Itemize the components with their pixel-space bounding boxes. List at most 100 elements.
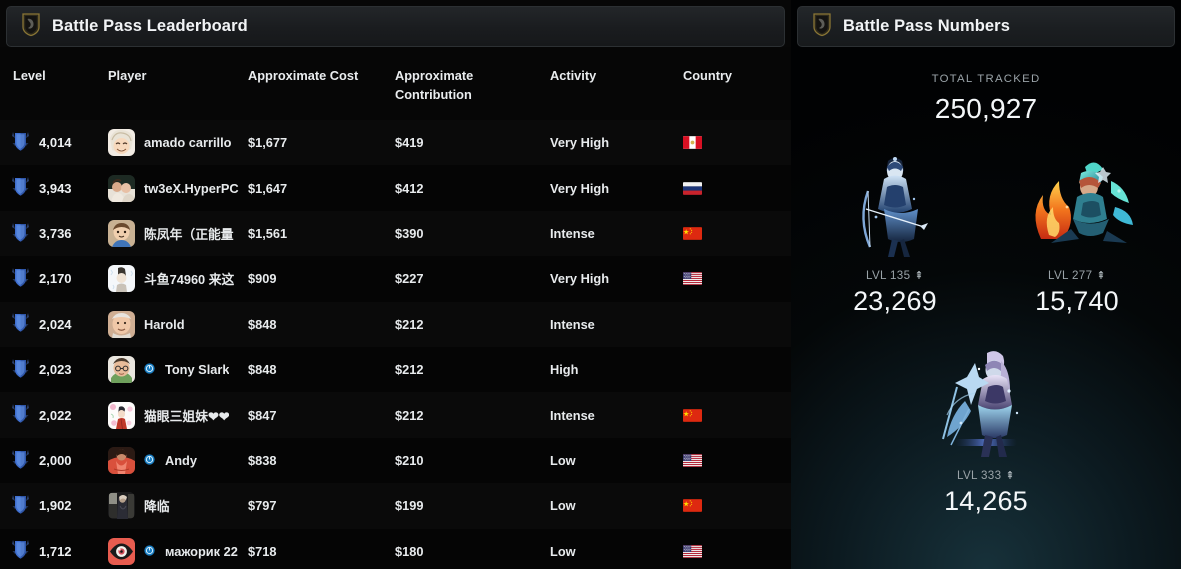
- cell-player[interactable]: 陈凤年（正能量: [108, 220, 248, 248]
- flag-icon-cn: [683, 408, 702, 422]
- hero-level-text: LVL 135: [866, 269, 911, 282]
- hero-count: 23,269: [853, 286, 937, 316]
- cell-activity: Low: [550, 543, 576, 559]
- cell-country: [679, 408, 789, 422]
- cell-contribution: $419: [395, 135, 424, 151]
- cell-player[interactable]: Andy: [108, 447, 248, 475]
- table-row[interactable]: 1,712 мажорик 22 $718 $180 Low: [0, 528, 791, 569]
- hero-level-text: LVL 277: [1048, 269, 1093, 282]
- cell-player[interactable]: amado carrillo: [108, 129, 248, 157]
- numbers-body: TOTAL TRACKED 250,927 LVL 135 ⇞ 23,269 L…: [791, 47, 1181, 569]
- level-value: 2,022: [39, 407, 72, 423]
- table-row[interactable]: 3,943 tw3eX.HyperPC $1,647 $412 Very Hig…: [0, 165, 791, 211]
- leaderboard-panel: Battle Pass Leaderboard Level Player App…: [0, 0, 791, 569]
- table-row[interactable]: 2,022 猫眼三姐妹❤❤ $847 $212 Intense: [0, 392, 791, 438]
- table-row[interactable]: 2,170 斗鱼74960 来这 $909 $227 Very High: [0, 256, 791, 302]
- hero-card[interactable]: LVL 277 ⇞ 15,740: [1011, 147, 1143, 317]
- cell-player[interactable]: Tony Slark: [108, 356, 248, 384]
- cell-player[interactable]: 猫眼三姐妹❤❤: [108, 401, 248, 429]
- cell-cost: $838: [248, 453, 277, 469]
- cell-level: 2,023: [0, 358, 108, 382]
- level-shield-icon: [11, 539, 30, 563]
- level-shield-icon: [11, 494, 30, 518]
- numbers-header: Battle Pass Numbers: [797, 6, 1175, 47]
- cell-contribution: $390: [395, 226, 424, 242]
- cell-activity: Low: [550, 453, 576, 469]
- cell-player[interactable]: 降临: [108, 492, 248, 520]
- table-row[interactable]: 2,024 Harold $848 $212 Intense: [0, 301, 791, 348]
- level-shield-icon: [11, 358, 30, 382]
- cell-level: 3,943: [0, 176, 108, 200]
- column-header-activity[interactable]: Activity: [547, 67, 679, 86]
- table-row[interactable]: 2,000 Andy $838 $210 Low: [0, 437, 791, 484]
- cell-cost: $848: [248, 316, 277, 332]
- level-shield-icon: [11, 449, 30, 473]
- column-header-country[interactable]: Country: [679, 67, 789, 86]
- level-value: 2,170: [39, 271, 72, 287]
- cell-contribution: $212: [395, 316, 424, 332]
- flag-icon-cn: [683, 499, 702, 513]
- column-header-player[interactable]: Player: [108, 67, 248, 86]
- column-header-cost[interactable]: Approximate Cost: [248, 67, 395, 86]
- cell-player[interactable]: мажорик 22: [108, 537, 248, 565]
- numbers-panel: Battle Pass Numbers TOTAL TRACKED 250,92…: [791, 0, 1181, 569]
- cell-level: 3,736: [0, 222, 108, 246]
- column-header-contribution[interactable]: Approximate Contribution: [395, 67, 547, 104]
- cell-cost: $1,561: [248, 226, 288, 242]
- player-name: amado carrillo: [144, 135, 232, 151]
- cell-level: 1,902: [0, 494, 108, 518]
- cell-player[interactable]: tw3eX.HyperPC: [108, 174, 248, 202]
- column-header-level[interactable]: Level: [0, 67, 108, 86]
- player-name: tw3eX.HyperPC: [144, 180, 239, 196]
- player-name: Andy: [165, 453, 197, 469]
- avatar: [108, 174, 135, 202]
- cell-cost: $1,647: [248, 180, 288, 196]
- leaderboard-table: Level Player Approximate Cost Approximat…: [0, 47, 791, 569]
- cell-cost: $718: [248, 543, 277, 559]
- table-header-row: Level Player Approximate Cost Approximat…: [0, 47, 791, 121]
- level-value: 4,014: [39, 135, 72, 151]
- avatar: [108, 356, 135, 384]
- flag-icon-pe: [683, 136, 702, 150]
- cell-contribution: $212: [395, 362, 424, 378]
- level-shield-icon: [11, 267, 30, 291]
- cell-level: 4,014: [0, 131, 108, 155]
- shield-icon: [812, 12, 832, 42]
- battle-pass-dashboard: Battle Pass Leaderboard Level Player App…: [0, 0, 1181, 569]
- table-row[interactable]: 1,902 降临 $797 $199 Low: [0, 483, 791, 529]
- flag-icon-cn: [683, 227, 702, 240]
- level-value: 1,712: [39, 543, 72, 559]
- cell-player[interactable]: 斗鱼74960 来这: [108, 265, 248, 293]
- hero-grid: LVL 135 ⇞ 23,269 LVL 277 ⇞ 15,740: [791, 147, 1181, 317]
- cell-country: [679, 499, 789, 513]
- avatar: [108, 447, 135, 475]
- cell-country: [679, 136, 789, 150]
- hero-count: 15,740: [1035, 286, 1119, 316]
- hero-level-label: LVL 277 ⇞: [1048, 269, 1106, 282]
- cell-player[interactable]: Harold: [108, 310, 248, 338]
- hero-level-label: LVL 135 ⇞: [866, 269, 924, 282]
- cell-level: 2,170: [0, 267, 108, 291]
- cell-level: 2,024: [0, 312, 108, 336]
- cell-country: [679, 227, 789, 240]
- level-value: 2,000: [39, 453, 72, 469]
- avatar: [108, 537, 135, 565]
- cell-cost: $909: [248, 271, 277, 287]
- hero-card[interactable]: LVL 333 ⇞ 14,265: [906, 343, 1066, 517]
- level-value: 1,902: [39, 498, 72, 514]
- drow-ranger-icon: [829, 147, 961, 263]
- table-row[interactable]: 2,023 Tony Slark $848 $212 High: [0, 347, 791, 393]
- flag-icon-us: [683, 544, 702, 558]
- panel-title: Battle Pass Numbers: [843, 17, 1010, 35]
- crystal-maiden-icon: [906, 343, 1066, 463]
- table-row[interactable]: 3,736 陈凤年（正能量 $1,561 $390 Intense: [0, 210, 791, 257]
- cell-activity: Intense: [550, 316, 595, 332]
- cell-level: 2,000: [0, 449, 108, 473]
- level-shield-icon: [11, 131, 30, 155]
- table-row[interactable]: 4,014 amado carrillo $1,677 $419 Very Hi…: [0, 120, 791, 166]
- player-name: 陈凤年（正能量: [144, 227, 234, 243]
- cell-country: [679, 181, 789, 195]
- verified-badge-icon: [144, 544, 156, 559]
- player-name: 猫眼三姐妹❤❤: [144, 408, 230, 424]
- hero-card[interactable]: LVL 135 ⇞ 23,269: [829, 147, 961, 317]
